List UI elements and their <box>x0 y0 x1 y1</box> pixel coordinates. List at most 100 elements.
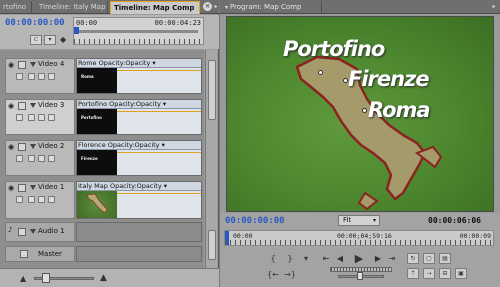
duration-timecode[interactable]: 00:00:06:06 <box>428 216 481 225</box>
eye-icon[interactable]: ◉ <box>8 185 16 192</box>
track-header-video-4[interactable]: ◉ Video 4 <box>5 58 75 94</box>
timeline-timecode[interactable]: 00:00:00:00 <box>5 18 65 28</box>
clip-thumbnail: Portofino <box>77 109 117 134</box>
expand-triangle-icon[interactable] <box>30 229 36 234</box>
playhead-marker[interactable] <box>74 27 79 34</box>
loop-icon[interactable]: ↻ <box>407 253 419 264</box>
timeline-vertical-scrollbar[interactable] <box>205 50 217 268</box>
program-video-frame[interactable]: Portofino Firenze Roma <box>226 16 494 212</box>
opacity-line[interactable] <box>117 111 201 112</box>
tab-portofino[interactable]: rtofino <box>0 1 32 14</box>
go-to-out-icon[interactable]: →} <box>284 269 296 280</box>
tab-timeline-italy-map[interactable]: Timeline: Italy Map <box>36 1 108 14</box>
tab-program-map-comp[interactable]: ▾ Program: Map Comp <box>222 1 322 14</box>
output-icon[interactable]: ▤ <box>439 253 451 264</box>
opacity-line[interactable] <box>117 70 201 71</box>
expand-triangle-icon[interactable] <box>30 144 36 149</box>
clip-label[interactable]: Rome Opacity:Opacity ▾ <box>77 59 201 68</box>
expand-triangle-icon[interactable] <box>30 103 36 108</box>
keyframe-nav-icon[interactable] <box>48 155 55 162</box>
track-header-audio-1[interactable]: ♪ Audio 1 <box>5 222 75 242</box>
set-out-point-icon[interactable]: } <box>284 253 296 264</box>
step-forward-icon[interactable]: ▶ <box>372 253 384 264</box>
clip-label[interactable]: Florence Opacity:Opacity ▾ <box>77 141 201 150</box>
fit-dropdown[interactable]: Fit ▾ <box>338 215 380 226</box>
master-track-area[interactable] <box>76 246 202 262</box>
ruler-ticks <box>74 39 203 44</box>
lock-toggle[interactable] <box>18 102 26 110</box>
keyframe-nav-icon[interactable] <box>38 73 45 80</box>
work-area-bar[interactable] <box>78 30 198 33</box>
go-to-previous-edit-icon[interactable]: ⇤ <box>320 253 332 264</box>
eye-icon[interactable]: ◉ <box>8 144 16 151</box>
zoom-out-icon[interactable]: ▲ <box>20 274 26 283</box>
keyframe-nav-icon[interactable] <box>38 155 45 162</box>
track-header-video-2[interactable]: ◉ Video 2 <box>5 140 75 176</box>
expand-triangle-icon[interactable] <box>30 62 36 67</box>
step-back-icon[interactable]: ◀ <box>334 253 346 264</box>
lock-toggle[interactable] <box>20 250 28 258</box>
close-icon[interactable]: × <box>203 2 212 11</box>
keyframe-nav-icon[interactable] <box>38 114 45 121</box>
snap-icon[interactable]: ⊂ <box>30 35 42 45</box>
eye-icon[interactable]: ◉ <box>8 62 16 69</box>
keyframe-nav-icon[interactable] <box>28 114 35 121</box>
zoom-in-icon[interactable]: ▲ <box>100 273 107 283</box>
display-style-icon[interactable] <box>16 155 23 162</box>
clip-label[interactable]: Italy Map Opacity:Opacity ▾ <box>77 182 201 191</box>
keyframe-nav-icon[interactable] <box>48 73 55 80</box>
lock-toggle[interactable] <box>18 184 26 192</box>
speaker-icon[interactable]: ♪ <box>8 227 16 234</box>
track-header-master[interactable]: Master <box>5 246 75 262</box>
lift-icon[interactable]: ⇡ <box>407 268 419 279</box>
lock-toggle[interactable] <box>18 143 26 151</box>
play-icon[interactable]: ▶ <box>353 253 365 264</box>
timeline-tab-bar: rtofino Timeline: Italy Map Timeline: Ma… <box>0 0 219 14</box>
opacity-line[interactable] <box>117 193 201 194</box>
opacity-line[interactable] <box>117 152 201 153</box>
clip-thumbnail <box>77 191 117 218</box>
keyframe-nav-icon[interactable] <box>28 196 35 203</box>
keyframe-icon[interactable]: ◆ <box>60 35 66 45</box>
lock-toggle[interactable] <box>18 228 26 236</box>
panel-menu-icon[interactable]: ▸ <box>212 3 220 11</box>
display-style-icon[interactable] <box>16 73 23 80</box>
clip-italy-map[interactable]: Italy Map Opacity:Opacity ▾ <box>76 181 202 219</box>
clip-florence[interactable]: Florence Opacity:Opacity ▾ Firenze <box>76 140 202 176</box>
display-style-icon[interactable] <box>16 196 23 203</box>
tab-timeline-map-comp[interactable]: Timeline: Map Comp <box>110 1 200 14</box>
safe-margins-icon[interactable]: ▢ <box>423 253 435 264</box>
lock-toggle[interactable] <box>18 61 26 69</box>
keyframe-nav-icon[interactable] <box>28 73 35 80</box>
current-timecode[interactable]: 00:00:00:00 <box>225 216 285 226</box>
scrollbar-thumb[interactable] <box>208 60 216 120</box>
keyframe-nav-icon[interactable] <box>48 114 55 121</box>
trim-icon[interactable]: ⊟ <box>439 268 451 279</box>
shuttle-knob[interactable] <box>357 272 363 280</box>
clip-label[interactable]: Portofino Opacity:Opacity ▾ <box>77 100 201 109</box>
zoom-slider-knob[interactable] <box>42 273 50 283</box>
program-time-ruler[interactable]: 00:00 00:00;04;59:16 00:00:09 <box>224 230 494 246</box>
keyframe-nav-icon[interactable] <box>48 196 55 203</box>
clip-portofino[interactable]: Portofino Opacity:Opacity ▾ Portofino <box>76 99 202 135</box>
track-header-video-3[interactable]: ◉ Video 3 <box>5 99 75 135</box>
go-to-next-edit-icon[interactable]: ⇥ <box>386 253 398 264</box>
track-header-video-1[interactable]: ◉ Video 1 <box>5 181 75 219</box>
export-frame-icon[interactable]: ▣ <box>455 268 467 279</box>
ruler-mid-label: 00:00;04;59:16 <box>337 232 392 240</box>
set-in-point-icon[interactable]: { <box>267 253 279 264</box>
keyframe-nav-icon[interactable] <box>28 155 35 162</box>
audio-1-track-area[interactable] <box>76 222 202 242</box>
timeline-ruler[interactable]: 00:00 00:00:04:23 <box>73 17 204 45</box>
scrollbar-thumb[interactable] <box>208 230 216 260</box>
eye-icon[interactable]: ◉ <box>8 103 16 110</box>
display-style-icon[interactable] <box>16 114 23 121</box>
expand-triangle-icon[interactable] <box>30 185 36 190</box>
panel-menu-icon[interactable]: ▸ <box>490 3 498 11</box>
marker-icon[interactable]: ▾ <box>300 253 312 264</box>
keyframe-nav-icon[interactable] <box>38 196 45 203</box>
go-to-in-icon[interactable]: {← <box>267 269 279 280</box>
extract-icon[interactable]: ⇢ <box>423 268 435 279</box>
marker-icon[interactable]: ▾ <box>44 35 56 45</box>
clip-rome[interactable]: Rome Opacity:Opacity ▾ Roma <box>76 58 202 94</box>
